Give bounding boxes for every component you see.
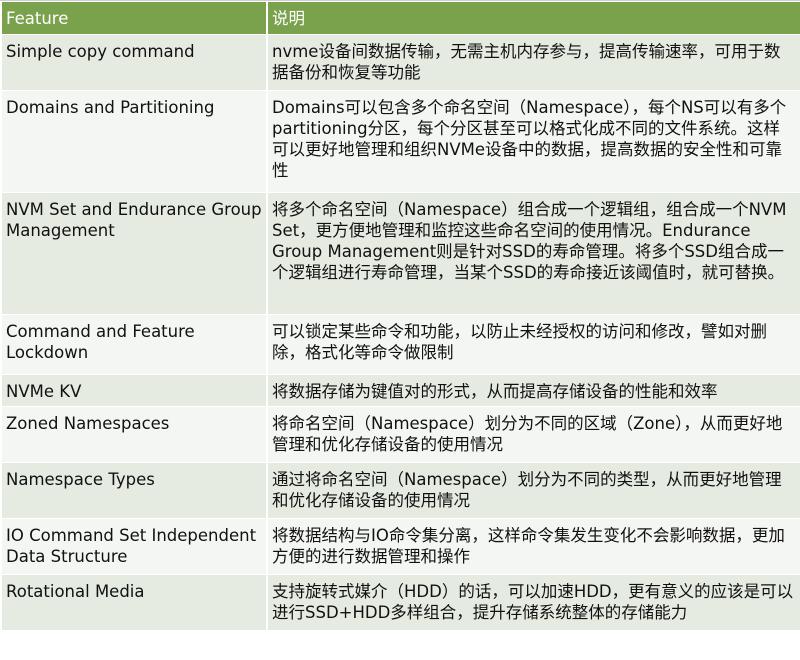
feature-cell: Domains and Partitioning	[0, 90, 268, 193]
table-header-row: Feature 说明	[0, 1, 800, 35]
table-row: Command and Feature Lockdown 可以锁定某些命令和功能…	[0, 314, 800, 375]
description-cell: 将多个命名空间（Namespace）组合成一个逻辑组，组合成一个NVM Set，…	[266, 192, 800, 315]
feature-cell: Rotational Media	[0, 574, 268, 631]
description-cell: 可以锁定某些命令和功能，以防止未经授权的访问和修改，譬如对删除，格式化等命令做限…	[266, 314, 800, 375]
description-cell: 将命名空间（Namespace）划分为不同的区域（Zone），从而更好地管理和优…	[266, 406, 800, 463]
table-row: NVMe KV 将数据存储为键值对的形式，从而提高存储设备的性能和效率	[0, 374, 800, 407]
feature-cell: IO Command Set Independent Data Structur…	[0, 518, 268, 575]
description-cell: nvme设备间数据传输，无需主机内存参与，提高传输速率，可用于数据备份和恢复等功…	[266, 34, 800, 91]
table-row: Rotational Media 支持旋转式媒介（HDD）的话，可以加速HDD，…	[0, 574, 800, 631]
feature-cell: NVMe KV	[0, 374, 268, 407]
feature-cell: Command and Feature Lockdown	[0, 314, 268, 375]
description-cell: Domains可以包含多个命名空间（Namespace），每个NS可以有多个pa…	[266, 90, 800, 193]
description-cell: 将数据存储为键值对的形式，从而提高存储设备的性能和效率	[266, 374, 800, 407]
feature-cell: Simple copy command	[0, 34, 268, 91]
table-row: Namespace Types 通过将命名空间（Namespace）划分为不同的…	[0, 462, 800, 519]
feature-table-container: Feature 说明 Simple copy command nvme设备间数据…	[0, 0, 800, 660]
feature-cell: Zoned Namespaces	[0, 406, 268, 463]
description-cell: 将数据结构与IO命令集分离，这样命令集发生变化不会影响数据，更加方便的进行数据管…	[266, 518, 800, 575]
feature-cell: Namespace Types	[0, 462, 268, 519]
feature-cell: NVM Set and Endurance Group Management	[0, 192, 268, 315]
table-row: IO Command Set Independent Data Structur…	[0, 518, 800, 575]
table-row: Zoned Namespaces 将命名空间（Namespace）划分为不同的区…	[0, 406, 800, 463]
header-feature: Feature	[0, 1, 268, 35]
table-row: Simple copy command nvme设备间数据传输，无需主机内存参与…	[0, 34, 800, 91]
table-row: NVM Set and Endurance Group Management 将…	[0, 192, 800, 315]
description-cell: 支持旋转式媒介（HDD）的话，可以加速HDD，更有意义的应该是可以进行SSD+H…	[266, 574, 800, 631]
table-row: Domains and Partitioning Domains可以包含多个命名…	[0, 90, 800, 193]
header-description: 说明	[266, 1, 800, 35]
feature-table: Feature 说明 Simple copy command nvme设备间数据…	[0, 1, 800, 631]
description-cell: 通过将命名空间（Namespace）划分为不同的类型，从而更好地管理和优化存储设…	[266, 462, 800, 519]
